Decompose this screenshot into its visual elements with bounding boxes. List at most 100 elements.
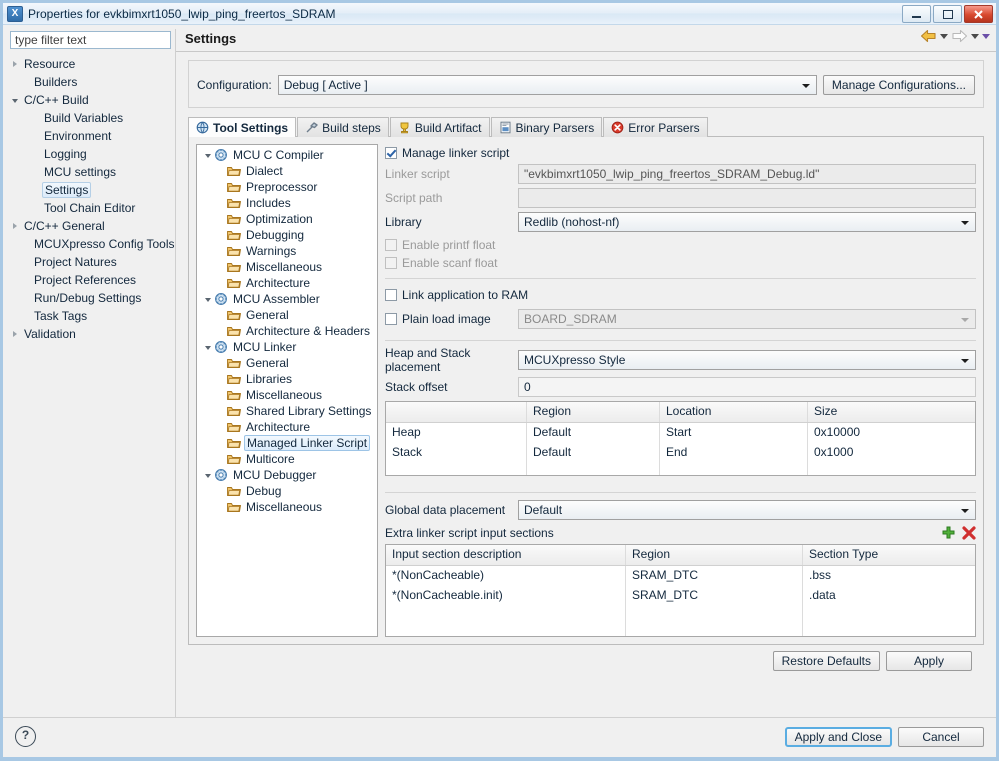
sidebar-item-project-references[interactable]: Project References xyxy=(8,271,175,289)
plain-load-image-select[interactable]: BOARD_SDRAM xyxy=(518,308,976,329)
tab-error-parsers[interactable]: Error Parsers xyxy=(603,117,708,137)
apply-and-close-button[interactable]: Apply and Close xyxy=(784,726,892,747)
tree-twisty[interactable] xyxy=(201,152,214,158)
tab-build-artifact[interactable]: Build Artifact xyxy=(389,117,490,137)
tool-tree-item-miscellaneous[interactable]: Miscellaneous xyxy=(197,387,377,403)
tool-tree-item-architecture[interactable]: Architecture xyxy=(197,419,377,435)
sidebar-item-task-tags[interactable]: Task Tags xyxy=(8,307,175,325)
apply-button[interactable]: Apply xyxy=(886,651,972,671)
chevron-right-icon[interactable] xyxy=(12,223,17,229)
configuration-select[interactable]: Debug [ Active ] xyxy=(277,75,817,95)
sidebar-item-build-variables[interactable]: Build Variables xyxy=(8,109,175,127)
tool-tree-item-managed-linker-script[interactable]: Managed Linker Script xyxy=(197,435,377,451)
sidebar-item-c-c-general[interactable]: C/C++ General xyxy=(8,217,175,235)
chevron-down-icon[interactable] xyxy=(204,154,211,158)
back-history-chevron-down-icon[interactable] xyxy=(940,33,948,39)
settings-category-tree[interactable]: Resource Builders C/C++ Build Build Variabl… xyxy=(8,53,175,717)
chevron-down-icon[interactable] xyxy=(11,99,18,103)
tool-tree-item-miscellaneous[interactable]: Miscellaneous xyxy=(197,259,377,275)
tool-tree-item-optimization[interactable]: Optimization xyxy=(197,211,377,227)
column-header[interactable]: Size xyxy=(808,402,975,422)
tool-tree-item-shared-library-settings[interactable]: Shared Library Settings xyxy=(197,403,377,419)
plain-load-image-label-group[interactable]: Plain load image xyxy=(385,312,518,326)
tool-tree-item-includes[interactable]: Includes xyxy=(197,195,377,211)
chevron-down-icon[interactable] xyxy=(204,346,211,350)
chevron-down-icon[interactable] xyxy=(204,298,211,302)
settings-tabs[interactable]: Tool Settings Build steps Build Artifact Bi… xyxy=(188,117,984,137)
column-header[interactable]: Input section description xyxy=(386,545,626,566)
filter-input[interactable]: type filter text xyxy=(10,31,171,49)
forward-history-chevron-down-icon[interactable] xyxy=(971,33,979,39)
tool-tree-item-debugging[interactable]: Debugging xyxy=(197,227,377,243)
sidebar-item-run-debug-settings[interactable]: Run/Debug Settings xyxy=(8,289,175,307)
tree-twisty[interactable] xyxy=(201,296,214,302)
chevron-right-icon[interactable] xyxy=(12,331,17,337)
close-button[interactable] xyxy=(964,5,993,23)
sidebar-item-resource[interactable]: Resource xyxy=(8,55,175,73)
tab-build-steps[interactable]: Build steps xyxy=(297,117,389,137)
enable-printf-float-checkbox[interactable] xyxy=(385,239,397,252)
sidebar-item-builders[interactable]: Builders xyxy=(8,73,175,91)
table-row[interactable]: Stack Default End 0x1000 xyxy=(386,443,975,464)
tree-twisty[interactable] xyxy=(201,344,214,350)
heap-stack-table[interactable]: Region Location Size Heap Default Start 0x1000… xyxy=(385,401,976,476)
view-menu-chevron-down-icon[interactable] xyxy=(982,33,990,39)
table-row[interactable] xyxy=(386,463,975,475)
table-row[interactable] xyxy=(386,626,975,637)
tree-twisty[interactable] xyxy=(8,61,21,67)
manage-configurations-button[interactable]: Manage Configurations... xyxy=(822,75,975,95)
table-row[interactable]: *(NonCacheable.init) SRAM_DTC .data xyxy=(386,586,975,607)
enable-printf-float-row[interactable]: Enable printf float xyxy=(385,236,976,253)
manage-linker-script-row[interactable]: Manage linker script xyxy=(385,144,976,161)
tool-tree-item-mcu-debugger[interactable]: MCU Debugger xyxy=(197,467,377,483)
sidebar-item-project-natures[interactable]: Project Natures xyxy=(8,253,175,271)
tool-tree-item-general[interactable]: General xyxy=(197,355,377,371)
back-arrow-icon[interactable] xyxy=(920,29,937,43)
sidebar-item-tool-chain-editor[interactable]: Tool Chain Editor xyxy=(8,199,175,217)
tool-tree-item-libraries[interactable]: Libraries xyxy=(197,371,377,387)
table-row[interactable] xyxy=(386,606,975,627)
heap-stack-placement-select[interactable]: MCUXpresso Style xyxy=(518,350,976,371)
script-path-input[interactable] xyxy=(518,188,976,209)
tool-tree-item-dialect[interactable]: Dialect xyxy=(197,163,377,179)
tool-tree-item-warnings[interactable]: Warnings xyxy=(197,243,377,259)
tool-tree-item-multicore[interactable]: Multicore xyxy=(197,451,377,467)
sidebar-item-mcuxpresso-config-tools[interactable]: MCUXpresso Config Tools xyxy=(8,235,175,253)
tab-tool-settings[interactable]: Tool Settings xyxy=(188,117,297,137)
link-application-to-ram-row[interactable]: Link application to RAM xyxy=(385,286,976,303)
plain-load-image-checkbox[interactable] xyxy=(385,312,397,325)
tool-tree-item-preprocessor[interactable]: Preprocessor xyxy=(197,179,377,195)
tree-twisty[interactable] xyxy=(8,331,21,337)
remove-section-button[interactable] xyxy=(962,526,976,540)
stack-offset-input[interactable]: 0 xyxy=(518,377,976,398)
column-header[interactable]: Region xyxy=(626,545,803,566)
tab-binary-parsers[interactable]: Binary Parsers xyxy=(490,117,603,137)
tool-tree-item-architecture-headers[interactable]: Architecture & Headers xyxy=(197,323,377,339)
minimize-button[interactable] xyxy=(902,5,931,23)
tool-tree[interactable]: MCU C Compiler Dialect Preprocessor Include… xyxy=(196,144,378,637)
maximize-button[interactable] xyxy=(933,5,962,23)
table-row[interactable]: *(NonCacheable) SRAM_DTC .bss xyxy=(386,566,975,587)
chevron-down-icon[interactable] xyxy=(204,474,211,478)
sidebar-item-c-c-build[interactable]: C/C++ Build xyxy=(8,91,175,109)
column-header[interactable]: Location xyxy=(660,402,808,423)
tool-tree-item-general[interactable]: General xyxy=(197,307,377,323)
help-icon[interactable]: ? xyxy=(15,726,36,747)
column-header[interactable]: Section Type xyxy=(803,545,975,565)
link-application-to-ram-checkbox[interactable] xyxy=(385,288,397,301)
restore-defaults-button[interactable]: Restore Defaults xyxy=(772,651,880,671)
linker-script-input[interactable]: "evkbimxrt1050_lwip_ping_freertos_SDRAM_… xyxy=(518,164,976,185)
sidebar-item-environment[interactable]: Environment xyxy=(8,127,175,145)
manage-linker-script-checkbox[interactable] xyxy=(385,146,397,159)
cancel-button[interactable]: Cancel xyxy=(898,726,984,747)
tool-tree-item-mcu-assembler[interactable]: MCU Assembler xyxy=(197,291,377,307)
tree-twisty[interactable] xyxy=(201,472,214,478)
sidebar-item-validation[interactable]: Validation xyxy=(8,325,175,343)
enable-scanf-float-row[interactable]: Enable scanf float xyxy=(385,254,976,271)
sidebar-item-logging[interactable]: Logging xyxy=(8,145,175,163)
tree-twisty[interactable] xyxy=(8,97,21,103)
library-select[interactable]: Redlib (nohost-nf) xyxy=(518,212,976,233)
tool-tree-item-architecture[interactable]: Architecture xyxy=(197,275,377,291)
tool-tree-item-debug[interactable]: Debug xyxy=(197,483,377,499)
sidebar-item-mcu-settings[interactable]: MCU settings xyxy=(8,163,175,181)
